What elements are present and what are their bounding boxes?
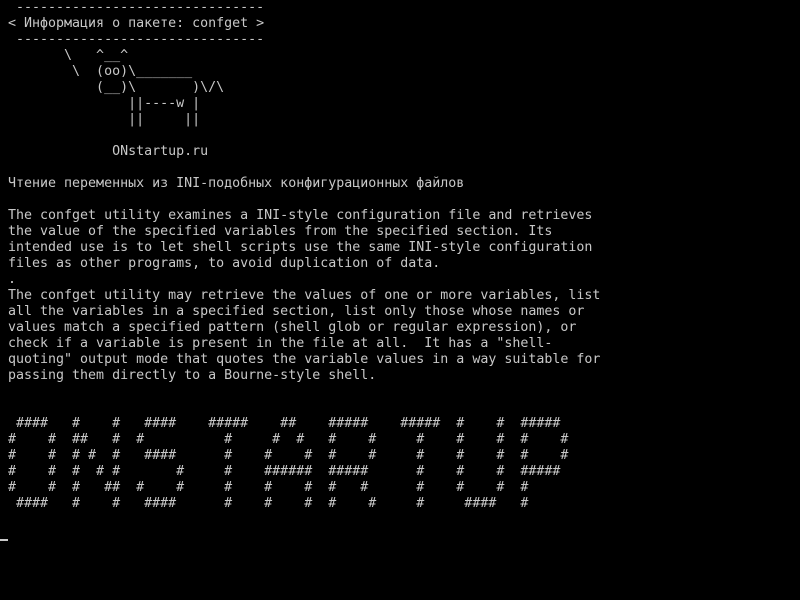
ascii-banner-line-4: # # # # # # # ###### ##### # # # ##### — [8, 464, 561, 479]
text-cursor — [0, 539, 8, 541]
description-line: passing them directly to a Bourne-style … — [8, 368, 377, 383]
ascii-cow-line-5: || || — [8, 112, 201, 127]
ascii-banner-line-6: #### # # #### # # # # # # #### # — [8, 496, 529, 511]
description-line: quoting" output mode that quotes the var… — [8, 352, 601, 367]
description-line: files as other programs, to avoid duplic… — [8, 256, 441, 271]
description-line: values match a specified pattern (shell … — [8, 320, 577, 335]
description-separator: . — [8, 272, 17, 287]
ascii-banner-line-1: #### # # #### ##### ## ##### ##### # # #… — [8, 416, 561, 431]
site-name: ONstartup.ru — [8, 144, 209, 159]
description-line: check if a variable is present in the fi… — [8, 336, 553, 351]
description-line: The confget utility examines a INI-style… — [8, 208, 593, 223]
description-line: The confget utility may retrieve the val… — [8, 288, 601, 303]
description-line: all the variables in a specified section… — [8, 304, 585, 319]
ascii-banner-line-5: # # # ## # # # # # # # # # # # — [8, 480, 529, 495]
description-line: the value of the specified variables fro… — [8, 224, 553, 239]
ascii-cow-line-2: \ (oo)\_______ — [8, 64, 193, 79]
package-summary: Чтение переменных из INI-подобных конфиг… — [8, 176, 465, 191]
ascii-banner-line-3: # # # # # #### # # # # # # # # # # — [8, 448, 569, 463]
description-line: intended use is to let shell scripts use… — [8, 240, 593, 255]
ascii-cow-line-3: (__)\ )\/\ — [8, 80, 225, 95]
motd-cowsay-border-bottom: ------------------------------- — [8, 32, 265, 47]
ascii-banner-line-2: # # ## # # # # # # # # # # # # — [8, 432, 569, 447]
terminal-screen[interactable]: ------------------------------- < Информ… — [0, 0, 800, 600]
motd-package-info-title: < Информация о пакете: confget > — [8, 16, 265, 31]
ascii-cow-line-4: ||----w | — [8, 96, 201, 111]
motd-cowsay-border-top: ------------------------------- — [8, 0, 265, 15]
ascii-cow-line-1: \ ^__^ — [8, 48, 129, 63]
